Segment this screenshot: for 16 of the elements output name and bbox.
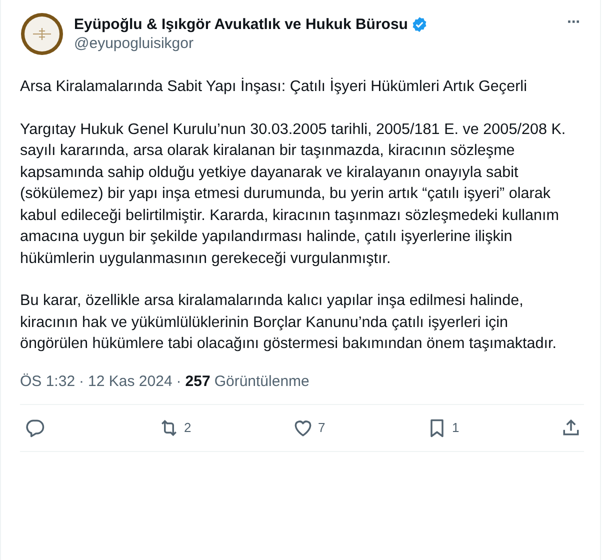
action-count: 2 [184, 420, 192, 435]
views-count: 257 [185, 372, 210, 390]
more-button[interactable]: ··· [563, 14, 584, 32]
avatar-icon[interactable] [20, 12, 64, 56]
tweet-paragraph: Arsa Kiralamalarında Sabit Yapı İnşası: Çatılı İşyeri Hükümleri Artık Geçerli [20, 76, 528, 97]
action-count: 7 [318, 420, 326, 435]
action-count: 1 [452, 420, 460, 435]
views-label: Görüntülenme [214, 372, 310, 390]
author-handle[interactable]: @eyupogluisikgor [74, 35, 554, 52]
tweet-paragraph: Yargıtay Hukuk Genel Kurulu’nun 30.03.2005 tarihli, 2005/181 E. ve 2005/208 K. sayılı kararında, arsa olarak kiralanan bir taşınmazda, kiracının sözleşme kapsamında sahip olduğu yetkiye dayanarak ve kiralayanın onayıyla sabit (sökülemez) bir yapı inşa etmesi durumunda, bu yerin artık “çatılı işyeri” olarak kabul edileceği belirtilmiştir. Kararda, kiracının taşınmazı sözleşmedeki kullanım amacına uygun bir şekilde yapılandırması halinde, çatılı işyerlerine ilişkin hükümlerin uygulanmasının gerekeceği vurgulanmıştır. [20, 120, 567, 268]
author-name[interactable]: Eyüpoğlu & Işıkgör Avukatlık ve Hukuk Bürosu [74, 16, 408, 33]
tweet-date[interactable]: 12 Kas 2024 [88, 372, 172, 390]
tweet-time[interactable]: ÖS 1:32 [20, 372, 76, 390]
separator-dot: · [176, 372, 182, 390]
tweet-paragraph: Bu karar, özellikle arsa kiralamalarında kalıcı yapılar inşa edilmesi halinde, kiracının hak ve yükümlülüklerinin Borçlar Kanunu’nda çatılı işyerleri için öngörülen hükümlere tabi olacağını göstermesi bakımından önem taşımaktadır. [20, 291, 558, 354]
separator-dot: · [79, 372, 84, 390]
